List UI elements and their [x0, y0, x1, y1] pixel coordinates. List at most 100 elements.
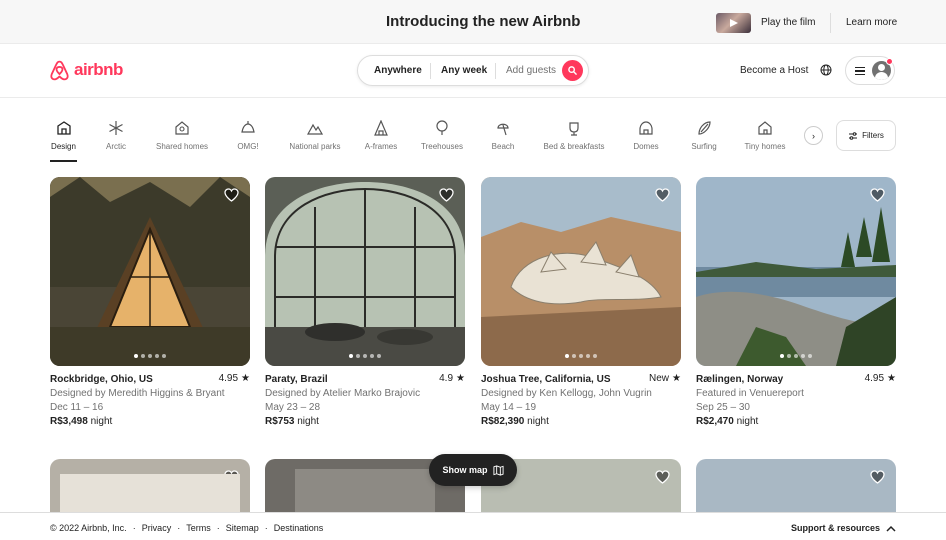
listing-dates: May 23 – 28 [265, 402, 321, 413]
category-surfing[interactable]: Surfing [689, 120, 719, 151]
rating-value: 4.9 [439, 373, 454, 384]
globe-icon[interactable] [820, 64, 832, 76]
arctic-icon [109, 121, 123, 135]
map-icon [492, 464, 504, 476]
heart-icon[interactable] [438, 187, 455, 203]
category-national-parks[interactable]: National parks [287, 120, 343, 151]
photo-dots [696, 354, 896, 358]
become-host-link[interactable]: Become a Host [740, 65, 808, 76]
banner-divider [830, 13, 831, 33]
footer-destinations-link[interactable]: Destinations [274, 523, 324, 533]
listing-card[interactable]: Paraty, Brazil Designed by Atelier Marko… [265, 177, 465, 437]
heart-icon[interactable] [869, 469, 886, 485]
category-omg[interactable]: OMG! [236, 120, 260, 151]
chevron-up-icon [886, 525, 896, 532]
tiny-homes-icon [758, 121, 772, 135]
film-thumbnail[interactable] [716, 13, 751, 33]
listing-dates: Sep 25 – 30 [696, 402, 750, 413]
heart-icon[interactable] [654, 469, 671, 485]
treehouses-icon [436, 120, 448, 135]
category-next-button[interactable]: › [804, 126, 823, 145]
category-label: Design [51, 142, 76, 151]
category-label: Shared homes [155, 142, 209, 151]
category-label: A-frames [364, 142, 398, 151]
play-icon [730, 19, 738, 27]
listing-photo[interactable] [50, 459, 250, 519]
listing-photo[interactable] [265, 177, 465, 366]
a-frames-icon [374, 120, 388, 136]
heart-icon[interactable] [223, 187, 240, 203]
airbnb-logo-icon [50, 60, 69, 80]
listing-designer: Designed by Atelier Marko Brajovic [265, 388, 421, 399]
price-value: R$2,470 [696, 416, 734, 427]
category-tiny-homes[interactable]: Tiny homes [743, 120, 787, 151]
search-button[interactable] [562, 60, 583, 81]
listing-designer: Featured in Venuereport [696, 388, 804, 399]
listing-dates: Dec 11 – 16 [50, 402, 104, 413]
category-label: Tiny homes [744, 142, 786, 151]
category-label: OMG! [237, 142, 259, 151]
listing-photo[interactable] [696, 459, 896, 519]
footer-privacy-link[interactable]: Privacy [142, 523, 172, 533]
search-icon [568, 66, 577, 75]
footer-links: © 2022 Airbnb, Inc. · Privacy · Terms · … [50, 523, 323, 533]
search-add-guests[interactable]: Add guests [496, 55, 562, 86]
category-label: Treehouses [421, 142, 463, 151]
category-treehouses[interactable]: Treehouses [420, 120, 464, 151]
footer-separator: · [216, 523, 220, 533]
site-header: airbnb Anywhere Any week Add guests Beco… [0, 44, 946, 98]
listing-card[interactable]: Joshua Tree, California, US Designed by … [481, 177, 681, 437]
learn-more-link[interactable]: Learn more [846, 17, 897, 28]
bed-breakfasts-icon [569, 122, 579, 136]
listing-card[interactable]: Rockbridge, Ohio, US Designed by Meredit… [50, 177, 250, 437]
design-icon [56, 121, 71, 135]
footer-sitemap-link[interactable]: Sitemap [226, 523, 259, 533]
listing-designer: Designed by Meredith Higgins & Bryant [50, 388, 225, 399]
listing-photo[interactable] [50, 177, 250, 366]
search-anywhere[interactable]: Anywhere [358, 55, 430, 86]
chevron-right-icon: › [812, 130, 815, 141]
category-label: Arctic [106, 142, 126, 151]
category-label: National parks [289, 142, 341, 151]
play-film-link[interactable]: Play the film [761, 17, 815, 28]
site-footer: © 2022 Airbnb, Inc. · Privacy · Terms · … [0, 512, 946, 540]
show-map-button[interactable]: Show map [429, 454, 517, 486]
listing-photo[interactable] [696, 177, 896, 366]
filters-label: Filters [862, 131, 884, 140]
rating-value: 4.95 [864, 373, 885, 384]
category-beach[interactable]: Beach [490, 120, 516, 151]
search-any-week[interactable]: Any week [431, 55, 495, 86]
star-icon: ★ [241, 373, 250, 384]
search-bar[interactable]: Anywhere Any week Add guests [357, 55, 589, 86]
user-menu-button[interactable] [845, 56, 895, 85]
support-resources-button[interactable]: Support & resources [791, 523, 896, 533]
show-map-label: Show map [442, 465, 488, 475]
category-arctic[interactable]: Arctic [103, 120, 129, 151]
price-value: R$3,498 [50, 416, 88, 427]
category-shared-homes[interactable]: Shared homes [154, 120, 210, 151]
category-domes[interactable]: Domes [632, 120, 660, 151]
shared-homes-icon [175, 121, 189, 135]
listing-photo[interactable] [481, 177, 681, 366]
category-bed-breakfasts[interactable]: Bed & breakfasts [542, 120, 606, 151]
filters-button[interactable]: Filters [836, 120, 896, 151]
price-value: R$753 [265, 416, 295, 427]
announcement-banner: Introducing the new Airbnb Play the film… [0, 0, 946, 44]
photo-dots [265, 354, 465, 358]
listing-card[interactable]: Rælingen, Norway Featured in Venuereport… [696, 177, 896, 437]
footer-terms-link[interactable]: Terms [186, 523, 211, 533]
price-suffix: night [90, 416, 113, 427]
category-a-frames[interactable]: A-frames [363, 120, 399, 151]
heart-icon[interactable] [654, 187, 671, 203]
category-bar: Design Arctic Shared homes OMG! National… [0, 98, 946, 164]
banner-title: Introducing the new Airbnb [386, 13, 581, 30]
category-design[interactable]: Design [50, 120, 77, 162]
rating-value: 4.95 [218, 373, 239, 384]
listing-photo-image [265, 177, 465, 366]
surfing-icon [698, 121, 711, 135]
category-label: Bed & breakfasts [543, 142, 605, 151]
photo-dots [481, 354, 681, 358]
listing-rating: New ★ [649, 373, 681, 384]
heart-icon[interactable] [869, 187, 886, 203]
airbnb-logo[interactable]: airbnb [50, 59, 123, 81]
